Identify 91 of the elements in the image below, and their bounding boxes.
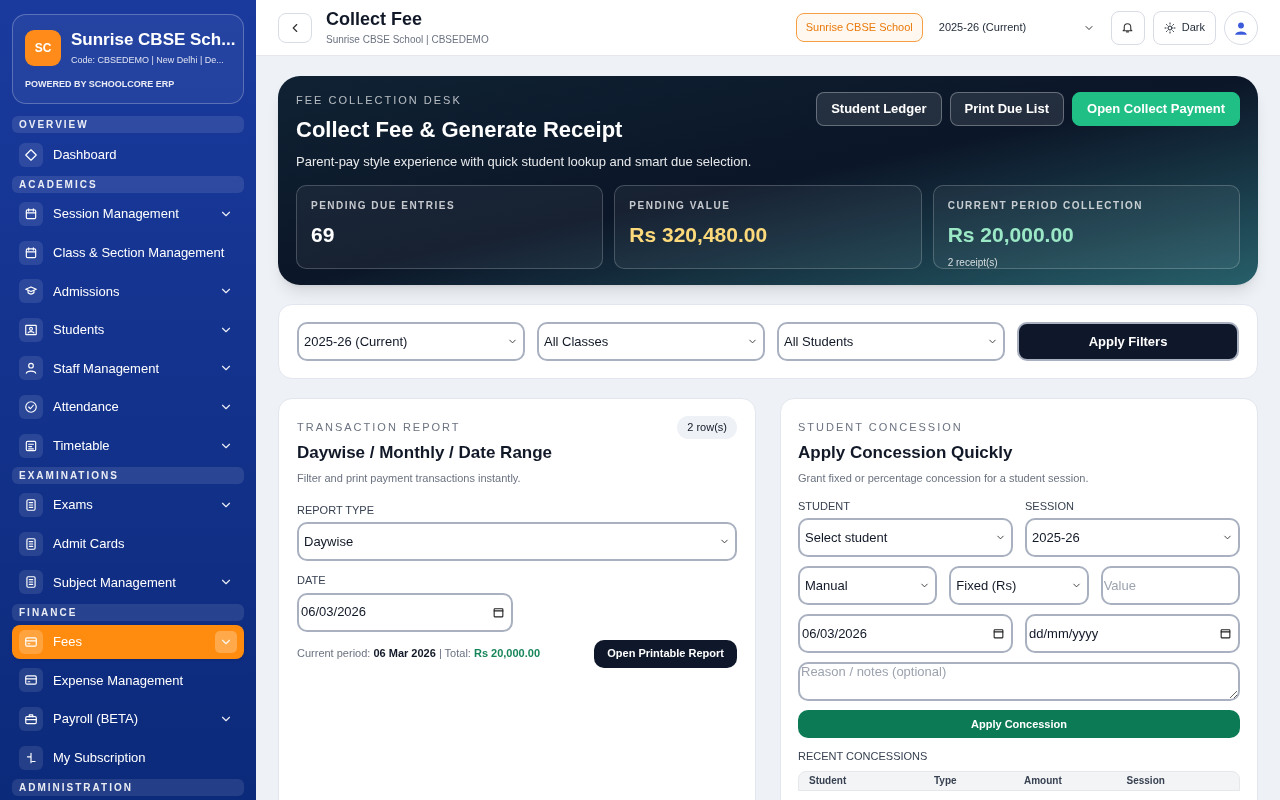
briefcase-icon bbox=[24, 712, 38, 727]
mode-dropdown[interactable]: Manual bbox=[798, 566, 938, 605]
sidebar-item[interactable]: Session Management bbox=[12, 196, 244, 232]
check-icon bbox=[24, 400, 38, 414]
session-dropdown[interactable]: 2025-26 bbox=[1025, 518, 1240, 557]
card-icon bbox=[24, 673, 38, 688]
bell-icon bbox=[1121, 21, 1135, 34]
field-label: SESSION bbox=[1025, 498, 1075, 514]
sidebar-item[interactable]: Students bbox=[12, 312, 244, 348]
printable-report-button[interactable]: Open Printable Report bbox=[594, 639, 737, 668]
notifications-button[interactable] bbox=[1110, 10, 1145, 45]
field-label: STUDENT bbox=[798, 498, 851, 514]
value-field[interactable]: Value bbox=[1100, 566, 1240, 605]
field-label: REPORT TYPE bbox=[297, 502, 376, 518]
sidebar-item[interactable]: My Subscription bbox=[12, 740, 244, 775]
section-heading: ADMINISTRATION bbox=[12, 778, 244, 796]
sidebar-item[interactable]: Exams bbox=[12, 487, 244, 523]
column-header: Session bbox=[1126, 774, 1166, 788]
filter-dropdown[interactable]: 2025-26 (Current) bbox=[297, 322, 525, 361]
stat-value: Rs 20,000.00 bbox=[947, 222, 1075, 248]
doc-icon bbox=[24, 498, 38, 513]
calendar-icon bbox=[992, 627, 1005, 640]
filter-dropdown[interactable]: All Classes bbox=[537, 322, 765, 361]
sidebar-item[interactable]: Subject Management bbox=[12, 565, 244, 600]
stat-label: PENDING DUE ENTRIES bbox=[311, 199, 457, 213]
concession-type-dropdown[interactable]: Fixed (Rs) bbox=[949, 566, 1089, 605]
report-type-dropdown[interactable]: Daywise bbox=[297, 522, 737, 561]
list-icon bbox=[24, 438, 38, 453]
action-button[interactable]: Print Due List bbox=[949, 92, 1064, 126]
column-header: Amount bbox=[1024, 774, 1063, 788]
card-title: Apply Concession Quickly bbox=[798, 441, 1014, 464]
school-badge: Sunrise CBSE School bbox=[795, 13, 923, 42]
sidebar-item[interactable]: Attendance bbox=[12, 389, 244, 425]
sidebar-item[interactable]: Admissions bbox=[12, 274, 244, 309]
calendar-icon bbox=[492, 605, 505, 619]
section-label: RECENT CONCESSIONS bbox=[798, 749, 929, 764]
calendar-icon bbox=[1219, 627, 1232, 640]
school-code: Code: CBSEDEMO | New Delhi | De... bbox=[71, 54, 225, 68]
card-description: Filter and print payment transactions instantly. bbox=[297, 471, 522, 486]
stat-value: Rs 320,480.00 bbox=[629, 222, 769, 248]
section-heading: FINANCE bbox=[12, 603, 244, 621]
action-button[interactable]: Student Ledger bbox=[816, 92, 942, 126]
idcard-icon bbox=[24, 322, 38, 337]
stat-label: CURRENT PERIOD COLLECTION bbox=[947, 199, 1144, 213]
section-heading: OVERVIEW bbox=[12, 116, 244, 134]
session-dropdown[interactable]: 2025-26 (Current) bbox=[930, 19, 1103, 36]
from-date-field[interactable]: 06/03/2026 bbox=[798, 614, 1013, 653]
card-title: Daywise / Monthly / Date Range bbox=[297, 441, 553, 464]
sidebar-item[interactable]: Staff Management bbox=[12, 351, 244, 386]
section-heading: ACADEMICS bbox=[12, 175, 244, 193]
student-dropdown[interactable]: Select student bbox=[798, 518, 1013, 557]
to-date-field[interactable]: dd/mm/yyyy bbox=[1025, 614, 1240, 653]
apply-concession-button[interactable]: Apply Concession bbox=[798, 710, 1240, 738]
sidebar-item[interactable]: Expense Management bbox=[12, 663, 244, 698]
stat-label: PENDING VALUE bbox=[629, 199, 732, 213]
reason-field[interactable]: Reason / notes (optional) bbox=[798, 662, 1240, 701]
person-icon bbox=[24, 361, 38, 376]
card-icon bbox=[24, 634, 38, 649]
diamond-icon bbox=[24, 147, 38, 162]
hero-description: Parent-pay style experience with quick student lookup and smart due selection. bbox=[296, 152, 752, 171]
column-header: Student bbox=[809, 774, 848, 788]
eyebrow-label: STUDENT CONCESSION bbox=[798, 420, 964, 435]
field-label: DATE bbox=[297, 573, 327, 588]
eyebrow-label: FEE COLLECTION DESK bbox=[296, 93, 463, 108]
calendar-icon bbox=[24, 245, 38, 260]
column-header: Type bbox=[934, 774, 958, 788]
filter-dropdown[interactable]: All Students bbox=[777, 322, 1005, 361]
sidebar-item[interactable]: Payroll (BETA) bbox=[12, 701, 244, 737]
apply-filters-button[interactable]: Apply Filters bbox=[1017, 322, 1239, 361]
stat-note: 2 receipt(s) bbox=[947, 255, 999, 270]
hero-title: Collect Fee & Generate Receipt bbox=[296, 115, 624, 144]
sidebar-item[interactable]: Timetable bbox=[12, 428, 244, 463]
calendar-icon bbox=[24, 207, 38, 222]
school-logo: SC bbox=[25, 30, 61, 67]
sidebar-item[interactable]: Admit Cards bbox=[12, 526, 244, 562]
page-subtitle: Sunrise CBSE School | CBSEDEMO bbox=[326, 33, 490, 48]
theme-button[interactable]: Dark bbox=[1152, 10, 1216, 45]
powered-by-text: POWERED BY SCHOOLCORE ERP bbox=[25, 77, 176, 91]
sun-icon bbox=[1163, 21, 1176, 34]
row-count-badge: 2 row(s) bbox=[677, 416, 737, 439]
doc-icon bbox=[24, 536, 38, 551]
date-field[interactable]: 06/03/2026 bbox=[297, 592, 513, 632]
page-title: Collect Fee bbox=[326, 7, 424, 31]
sidebar-item[interactable]: Dashboard bbox=[12, 137, 244, 172]
card-description: Grant fixed or percentage concession for a student session. bbox=[798, 471, 1090, 486]
sidebar-item[interactable]: Class & Section Management bbox=[12, 235, 244, 270]
doc-icon bbox=[24, 575, 38, 590]
period-summary: Current period: 06 Mar 2026 | Total: Rs 20,000.00 bbox=[297, 646, 540, 662]
stat-value: 69 bbox=[311, 222, 336, 248]
section-heading: EXAMINATIONS bbox=[12, 466, 244, 484]
eyebrow-label: TRANSACTION REPORT bbox=[297, 420, 462, 435]
